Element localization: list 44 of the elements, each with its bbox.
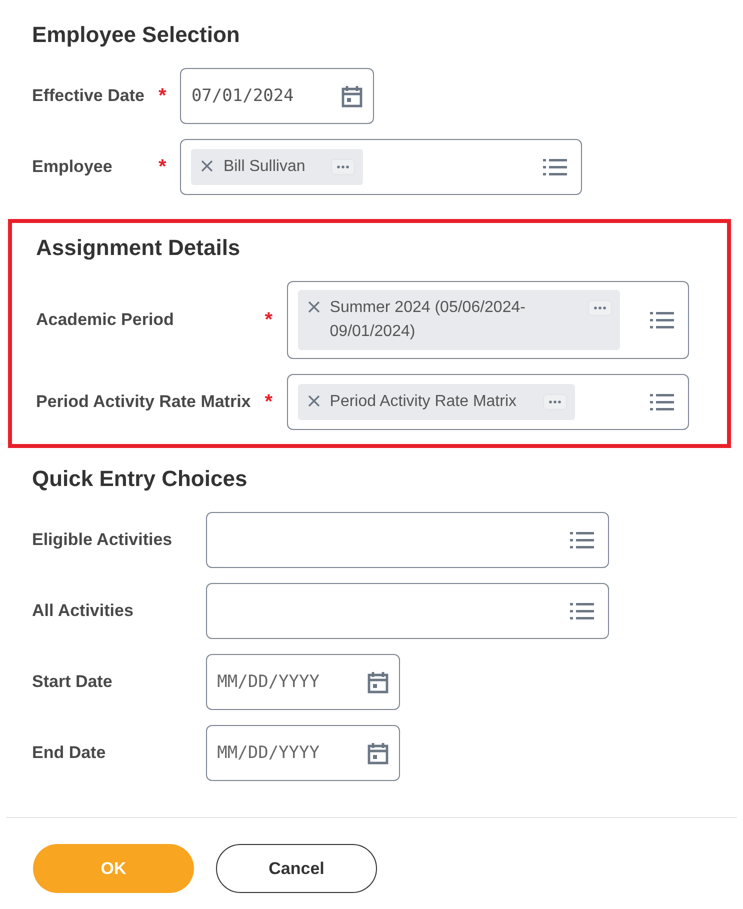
- field-label: Employee: [32, 157, 114, 177]
- more-icon[interactable]: [588, 300, 612, 316]
- date-placeholder: MM/DD/YYYY: [217, 743, 320, 763]
- more-icon[interactable]: [542, 394, 567, 410]
- field-label: All Activities: [32, 601, 134, 621]
- calendar-icon[interactable]: [367, 741, 390, 765]
- more-icon[interactable]: [331, 159, 356, 175]
- prompt-field[interactable]: Bill Sullivan: [180, 139, 582, 195]
- required-mark: *: [264, 390, 274, 414]
- remove-icon[interactable]: [308, 395, 320, 407]
- selected-chip[interactable]: Summer 2024 (05/06/2024-09/01/2024): [298, 290, 620, 350]
- field-label: Academic Period: [36, 310, 175, 330]
- prompt-field[interactable]: Period Activity Rate Matrix: [286, 374, 689, 430]
- selected-chip[interactable]: Period Activity Rate Matrix: [298, 384, 575, 420]
- remove-icon[interactable]: [201, 160, 214, 172]
- date-field[interactable]: 07/01/2024: [180, 68, 374, 124]
- prompt-field[interactable]: [206, 512, 610, 568]
- date-field[interactable]: MM/DD/YYYY: [206, 654, 400, 710]
- field-label: Effective Date: [32, 86, 146, 106]
- list-icon[interactable]: [650, 393, 674, 411]
- required-mark: *: [158, 84, 168, 108]
- calendar-icon[interactable]: [341, 84, 364, 108]
- calendar-icon[interactable]: [367, 670, 390, 694]
- list-icon[interactable]: [570, 531, 594, 549]
- section-title: Employee Selection: [32, 22, 241, 48]
- field-label: Eligible Activities: [32, 530, 174, 550]
- date-value: 07/01/2024: [191, 86, 294, 106]
- field-label: Period Activity Rate Matrix: [36, 392, 252, 412]
- section-title: Quick Entry Choices: [32, 466, 248, 492]
- remove-icon[interactable]: [308, 301, 320, 313]
- cancel-button[interactable]: Cancel: [216, 844, 377, 893]
- prompt-field[interactable]: Summer 2024 (05/06/2024-09/01/2024): [286, 281, 689, 359]
- selected-chip[interactable]: Bill Sullivan: [191, 149, 364, 185]
- required-mark: *: [264, 308, 274, 332]
- list-icon[interactable]: [543, 158, 568, 176]
- required-mark: *: [158, 156, 168, 178]
- prompt-field[interactable]: [206, 583, 610, 639]
- section-title: Assignment Details: [36, 235, 242, 261]
- date-field[interactable]: MM/DD/YYYY: [206, 725, 400, 781]
- field-label: End Date: [32, 743, 107, 763]
- list-icon[interactable]: [570, 602, 594, 620]
- date-placeholder: MM/DD/YYYY: [217, 672, 320, 692]
- list-icon[interactable]: [650, 311, 674, 329]
- field-label: Start Date: [32, 672, 114, 692]
